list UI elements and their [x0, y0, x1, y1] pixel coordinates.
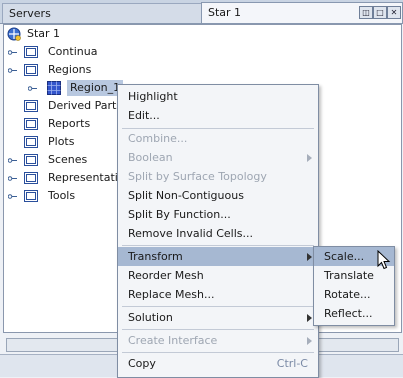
restore-icon[interactable]: ◫ — [359, 6, 373, 19]
shortcut-label: Ctrl-C — [276, 357, 308, 370]
menu-item-edit[interactable]: Edit... — [118, 106, 318, 125]
menu-item-label: Combine... — [128, 132, 188, 145]
tab-star-1-label: Star 1 — [208, 6, 242, 19]
submenu-item-label: Reflect... — [324, 307, 373, 320]
menu-item-label: Replace Mesh... — [128, 288, 215, 301]
submenu-item-label: Scale... — [324, 250, 365, 263]
submenu-arrow-icon — [307, 253, 312, 261]
menu-item-label: Copy — [128, 357, 156, 370]
tree-item-label: Tools — [48, 189, 76, 202]
close-icon[interactable]: ✕ — [387, 6, 401, 19]
expand-icon[interactable] — [8, 192, 17, 201]
folder-icon — [24, 190, 38, 202]
menu-item-boolean: Boolean — [118, 148, 318, 167]
folder-icon — [24, 118, 38, 130]
expand-icon[interactable] — [8, 174, 17, 183]
submenu-item-reflect[interactable]: Reflect... — [314, 304, 394, 323]
submenu-arrow-icon — [307, 154, 312, 162]
tree-item-label: Reports — [48, 117, 91, 130]
menu-separator — [122, 329, 314, 330]
submenu-arrow-icon — [307, 314, 312, 322]
simulation-icon — [7, 27, 21, 41]
submenu-arrow-icon — [307, 337, 312, 345]
menu-item-combine: Combine... — [118, 129, 318, 148]
folder-icon — [24, 172, 38, 184]
expand-icon[interactable] — [8, 48, 17, 57]
menu-item-split-by-function[interactable]: Split By Function... — [118, 205, 318, 224]
submenu-item-label: Rotate... — [324, 288, 371, 301]
tree-item-label: Scenes — [48, 153, 88, 166]
menu-separator — [122, 306, 314, 307]
menu-item-label: Split by Surface Topology — [128, 170, 267, 183]
tab-star-1[interactable]: Star 1 ◫ □ ✕ — [201, 2, 403, 23]
menu-item-reorder-mesh[interactable]: Reorder Mesh — [118, 266, 318, 285]
tree-item-label: Continua — [48, 45, 98, 58]
folder-icon — [24, 64, 38, 76]
menu-item-replace-mesh[interactable]: Replace Mesh... — [118, 285, 318, 304]
menu-separator — [122, 352, 314, 353]
menu-item-label: Solution — [128, 311, 173, 324]
menu-item-highlight[interactable]: Highlight — [118, 87, 318, 106]
tab-servers[interactable]: Servers — [2, 3, 202, 23]
tab-servers-label: Servers — [9, 7, 51, 20]
tree-item-regions[interactable]: Regions — [4, 62, 204, 78]
mouse-cursor-icon — [377, 249, 391, 270]
tree-root-label: Star 1 — [27, 27, 61, 40]
menu-item-copy[interactable]: Copy Ctrl-C — [118, 354, 318, 373]
folder-icon — [24, 46, 38, 58]
folder-icon — [24, 100, 38, 112]
submenu-item-label: Translate — [324, 269, 374, 282]
folder-icon — [24, 136, 38, 148]
menu-item-label: Split By Function... — [128, 208, 231, 221]
menu-item-label: Boolean — [128, 151, 173, 164]
folder-icon — [24, 154, 38, 166]
tree-item-label: Region_1 — [67, 80, 124, 96]
menu-item-label: Transform — [128, 250, 183, 263]
context-menu: Highlight Edit... Combine... Boolean Spl… — [117, 84, 319, 378]
tree-item-continua[interactable]: Continua — [4, 44, 204, 60]
menu-item-create-interface: Create Interface — [118, 331, 318, 350]
tree-item-label: Regions — [48, 63, 92, 76]
menu-item-label: Highlight — [128, 90, 178, 103]
menu-item-label: Remove Invalid Cells... — [128, 227, 253, 240]
menu-item-label: Edit... — [128, 109, 160, 122]
menu-item-remove-invalid-cells[interactable]: Remove Invalid Cells... — [118, 224, 318, 243]
menu-item-split-by-surface-topology: Split by Surface Topology — [118, 167, 318, 186]
submenu-item-rotate[interactable]: Rotate... — [314, 285, 394, 304]
expand-icon[interactable] — [8, 156, 17, 165]
region-icon — [47, 81, 61, 95]
menu-separator — [122, 245, 314, 246]
menu-item-split-non-contiguous[interactable]: Split Non-Contiguous — [118, 186, 318, 205]
expand-icon[interactable] — [28, 84, 37, 93]
maximize-icon[interactable]: □ — [373, 6, 387, 19]
menu-item-label: Split Non-Contiguous — [128, 189, 244, 202]
tree-item-label: Derived Parts — [48, 99, 123, 112]
menu-item-label: Create Interface — [128, 334, 218, 347]
tree-item-label: Plots — [48, 135, 75, 148]
menu-item-label: Reorder Mesh — [128, 269, 204, 282]
collapse-icon[interactable] — [8, 66, 17, 75]
menu-item-transform[interactable]: Transform — [118, 247, 318, 266]
menu-item-solution[interactable]: Solution — [118, 308, 318, 327]
